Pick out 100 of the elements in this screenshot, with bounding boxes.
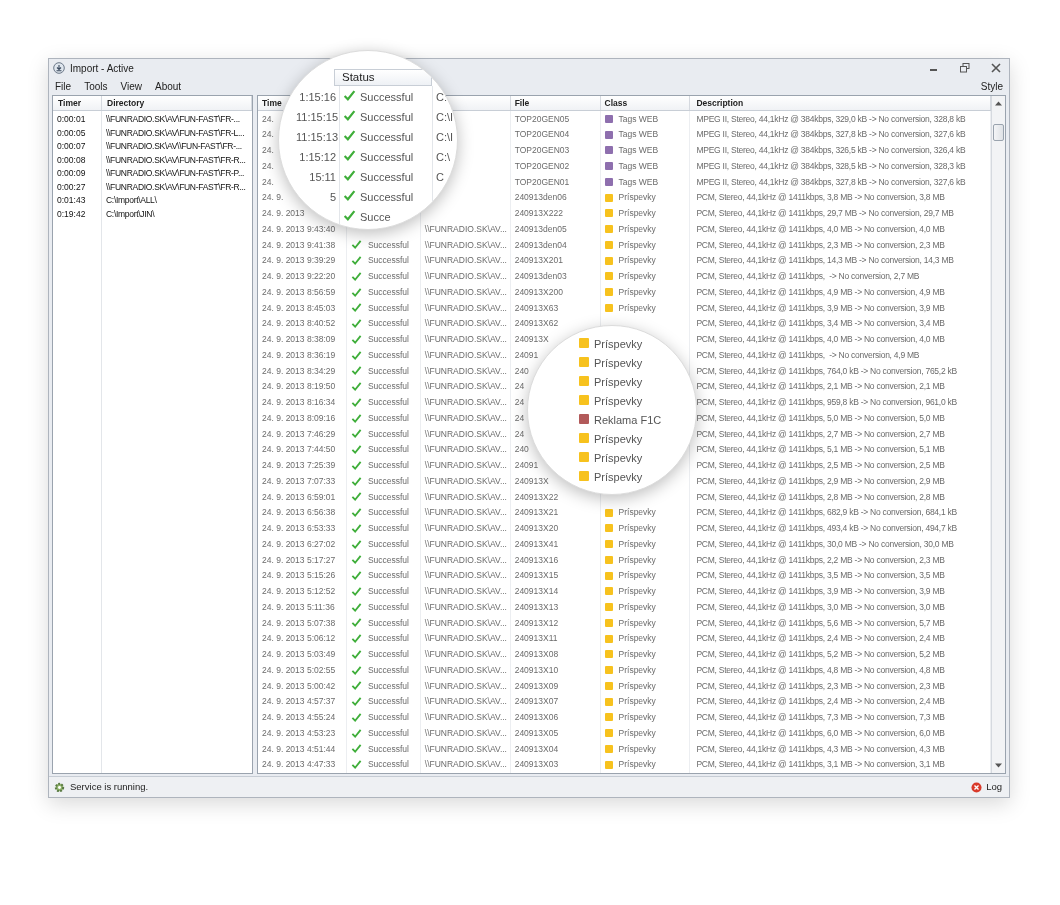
- table-cell: \\FUNRADIO.SK\AV...: [424, 663, 507, 677]
- log-button[interactable]: Log: [969, 779, 1004, 795]
- status-text: Successful: [360, 190, 414, 205]
- table-cell: PCM, Stereo, 44,1kHz @ 1411kbps, 2,3 MB -> No conversion, 2,3 MB: [696, 679, 945, 693]
- scroll-down-icon[interactable]: [994, 761, 1003, 770]
- style-menu[interactable]: Style: [980, 78, 1003, 94]
- table-cell-text: 15:11: [308, 170, 336, 185]
- table-cell: 24. 9. 2013 6:59:01: [262, 490, 336, 504]
- status-message: Service is running.: [70, 779, 149, 794]
- column-header[interactable]: File: [514, 96, 530, 110]
- table-cell: TOP20GEN04: [514, 128, 570, 141]
- status-text: Successful: [367, 490, 409, 504]
- status-text: Successful: [360, 170, 414, 185]
- table-cell: TOP20GEN03: [514, 144, 570, 157]
- table-cell: 24. 9. 2013 8:36:19: [262, 348, 336, 362]
- menu-item[interactable]: Tools: [84, 78, 108, 94]
- status-text: Succe: [360, 210, 391, 225]
- table-cell: \\FUNRADIO.SK\AV...: [424, 222, 507, 236]
- status-text: Successful: [367, 380, 409, 393]
- table-cell: 240913X63: [514, 301, 559, 315]
- table-cell: 24. 9. 2013 6:53:33: [262, 522, 336, 535]
- table-cell: 240913den05: [514, 222, 567, 236]
- table-cell: MPEG II, Stereo, 44,1kHz @ 384kbps, 327,8 kB -> No conversion, 327,6 kB: [696, 175, 966, 189]
- column-header[interactable]: Timer: [53, 96, 102, 110]
- restore-icon[interactable]: [960, 63, 970, 73]
- status-text: Successful: [367, 742, 409, 756]
- class-label: Príspevky: [618, 695, 656, 708]
- table-cell: PCM, Stereo, 44,1kHz @ 1411kbps, 2,1 MB -> No conversion, 2,1 MB: [696, 380, 945, 393]
- class-label: Tags WEB: [618, 175, 659, 189]
- table-cell: 24. 9. 2013 5:15:26: [262, 569, 336, 582]
- table-cell: TOP20GEN01: [514, 175, 570, 189]
- table-cell: 24. 9. 2013 4:55:24: [262, 711, 336, 724]
- status-text: Successful: [367, 301, 409, 315]
- table-cell: 240913X: [514, 474, 549, 488]
- table-cell: \\FUNRADIO.SK\AV...: [424, 522, 507, 535]
- table-cell: 24.: [262, 112, 274, 126]
- status-text: Successful: [367, 679, 409, 693]
- table-cell: 0:00:27: [57, 180, 86, 194]
- table-cell: 240913X03: [514, 758, 559, 771]
- status-text: Successful: [367, 333, 409, 346]
- status-text: Successful: [367, 695, 409, 708]
- table-cell: PCM, Stereo, 44,1kHz @ 1411kbps, 4,3 MB -> No conversion, 4,3 MB: [696, 742, 945, 756]
- column-header[interactable]: Class: [604, 96, 628, 110]
- table-cell: \\FUNRADIO.SK\AV...: [424, 600, 507, 614]
- table-cell: \\FUNRADIO.SK\AV...: [424, 506, 507, 519]
- status-text: Successful: [367, 270, 409, 283]
- table-cell: 0:00:08: [57, 153, 86, 167]
- table-cell: 24.: [262, 144, 274, 157]
- table-cell: PCM, Stereo, 44,1kHz @ 1411kbps, 3,5 MB -> No conversion, 3,5 MB: [696, 569, 945, 582]
- table-cell-text: C:\I: [436, 130, 454, 145]
- table-cell: 24.: [262, 128, 274, 141]
- menu-item[interactable]: About: [155, 78, 182, 94]
- table-cell: 24. 9. 2013 9:41:38: [262, 238, 336, 252]
- class-label: Tags WEB: [618, 159, 659, 173]
- class-label: Príspevky: [594, 356, 643, 371]
- table-cell: 240913X200: [514, 285, 563, 299]
- table-cell: 24. 9. 2013 5:03:49: [262, 648, 336, 661]
- table-cell: 24091: [514, 459, 539, 472]
- close-icon[interactable]: [991, 63, 1001, 73]
- table-cell: 24. 9. 2013 9:22:20: [262, 270, 336, 283]
- column-header[interactable]: Description: [696, 96, 744, 110]
- table-cell: MPEG II, Stereo, 44,1kHz @ 384kbps, 329,0 kB -> No conversion, 328,8 kB: [696, 112, 966, 126]
- column-header[interactable]: Directory: [102, 96, 252, 110]
- scrollbar-thumb[interactable]: [993, 124, 1004, 141]
- class-label: Príspevky: [618, 726, 656, 740]
- class-label: Príspevky: [618, 285, 656, 299]
- table-cell: PCM, Stereo, 44,1kHz @ 1411kbps, 682,9 kB -> No conversion, 684,1 kB: [696, 506, 957, 519]
- menu-item[interactable]: View: [120, 78, 142, 94]
- table-cell: \\FUNRADIO.SK\AV...: [424, 632, 507, 645]
- status-text: Successful: [367, 726, 409, 740]
- scroll-up-icon[interactable]: [994, 99, 1003, 108]
- table-cell: \\FUNRADIO.SK\AV\FUN-FAST\FR-R...: [106, 153, 246, 167]
- table-cell: 24. 9. 2013 5:06:12: [262, 632, 336, 645]
- class-label: Príspevky: [594, 394, 643, 409]
- table-cell: PCM, Stereo, 44,1kHz @ 1411kbps, -> No conversion, 2,7 MB: [696, 270, 920, 283]
- class-label: Príspevky: [618, 254, 656, 267]
- menu-item[interactable]: File: [55, 78, 72, 94]
- table-cell: \\FUNRADIO.SK\AV...: [424, 427, 507, 441]
- window-title: Import - Active: [70, 61, 134, 76]
- class-label: Príspevky: [618, 207, 656, 220]
- status-text: Successful: [367, 522, 409, 535]
- class-label: Príspevky: [618, 506, 656, 519]
- table-cell: \\FUNRADIO.SK\AV...: [424, 270, 507, 283]
- table-cell: 24. 9. 2013 8:09:16: [262, 411, 336, 425]
- table-cell: PCM, Stereo, 44,1kHz @ 1411kbps, 2,8 MB -> No conversion, 2,8 MB: [696, 490, 945, 504]
- table-cell: PCM, Stereo, 44,1kHz @ 1411kbps, 959,8 kB -> No conversion, 961,0 kB: [696, 396, 957, 409]
- table-cell: 24091: [514, 348, 539, 362]
- class-label: Príspevky: [594, 451, 643, 466]
- table-cell: PCM, Stereo, 44,1kHz @ 1411kbps, 2,5 MB -> No conversion, 2,5 MB: [696, 459, 945, 472]
- table-cell: 24. 9. 2013 9:43:40: [262, 222, 336, 236]
- table-cell: 24. 9. 2013 7:44:50: [262, 443, 336, 456]
- table-cell: C:\Import\JIN\: [106, 207, 155, 221]
- table-cell: 24. 9. 2013 5:07:38: [262, 616, 336, 630]
- column-header[interactable]: Time: [262, 96, 282, 110]
- column-header[interactable]: Status: [334, 69, 432, 86]
- table-cell: 24. 9. 2013 5:11:36: [262, 600, 335, 614]
- table-cell: 240913X62: [514, 317, 559, 330]
- table-cell: 240913den03: [514, 270, 567, 283]
- table-cell: PCM, Stereo, 44,1kHz @ 1411kbps, 3,0 MB -> No conversion, 3,0 MB: [696, 600, 945, 614]
- table-cell: TOP20GEN02: [514, 159, 570, 173]
